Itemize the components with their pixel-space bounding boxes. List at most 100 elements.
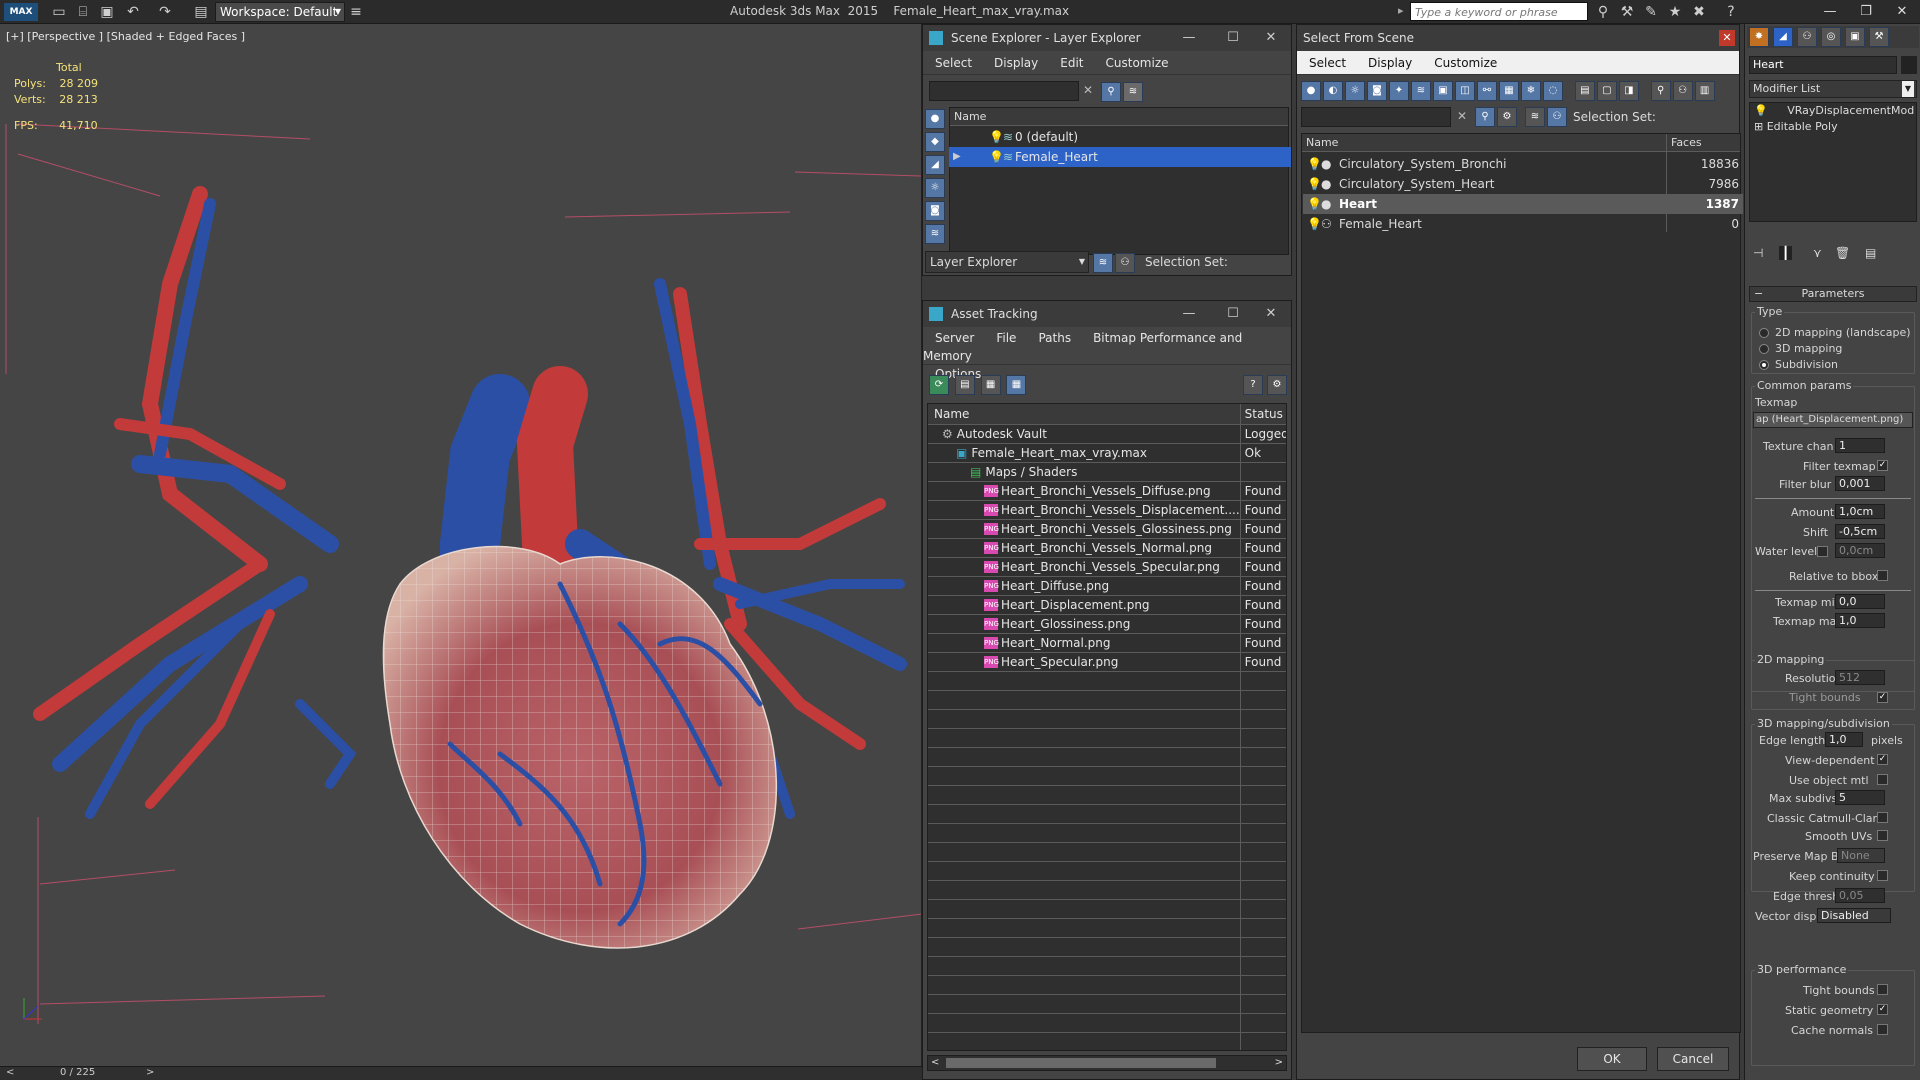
expand-icon[interactable]: ⊞	[1754, 120, 1763, 133]
use-object-mtl-checkbox[interactable]	[1877, 774, 1888, 785]
shift-spinner[interactable]: -0,5cm	[1835, 524, 1885, 539]
preserve-map-dropdown[interactable]: None	[1837, 848, 1885, 863]
help-icon[interactable]: ?	[1722, 3, 1740, 21]
lightbulb-icon[interactable]: 💡	[989, 147, 1004, 167]
texmap-max-spinner[interactable]: 1,0	[1835, 613, 1885, 628]
asset-row[interactable]: PNG Heart_Bronchi_Vessels_Displacement...…	[928, 500, 1286, 520]
column-header-name[interactable]: Name	[950, 108, 1288, 126]
select-from-scene-titlebar[interactable]: Select From Scene ✕	[1297, 25, 1739, 51]
object-row-heart[interactable]: 💡 ● Heart 1387	[1303, 194, 1743, 214]
search-input[interactable]: Type a keyword or phrase	[1410, 2, 1588, 21]
communication-icon[interactable]: ✎	[1642, 3, 1660, 21]
asset-row[interactable]: PNG Heart_Bronchi_Vessels_Glossiness.png F…	[928, 519, 1286, 539]
select-from-scene-search-input[interactable]	[1301, 107, 1451, 127]
hierarchy-tab-icon[interactable]: ⚇	[1797, 27, 1817, 47]
exchange-icon[interactable]: ✖	[1690, 3, 1708, 21]
project-icon[interactable]: ▤	[192, 3, 210, 21]
asset-row[interactable]: PNG Heart_Bronchi_Vessels_Diffuse.png Foun…	[928, 481, 1286, 501]
time-next-icon[interactable]: >	[146, 1067, 154, 1078]
asset-row[interactable]: PNG Heart_Bronchi_Vessels_Normal.png Found	[928, 538, 1286, 558]
display-hidden-icon[interactable]: ◌	[1543, 81, 1563, 101]
smooth-uvs-checkbox[interactable]	[1877, 830, 1888, 841]
scroll-right-icon[interactable]: >	[1275, 1057, 1283, 1068]
column-header-name[interactable]: Name	[928, 404, 1241, 425]
layer-explorer-icon[interactable]: ≋	[1093, 253, 1113, 273]
table-view-icon[interactable]: ▦	[1006, 375, 1027, 395]
layer-row-female-heart[interactable]: ▶ 💡 ≋ Female_Heart	[949, 147, 1291, 167]
subscription-icon[interactable]: ⚒	[1618, 3, 1636, 21]
layer-options-icon[interactable]: ≋	[1123, 82, 1143, 102]
maximize-icon[interactable]: ☐	[1213, 301, 1253, 327]
asset-row[interactable]: PNG Heart_Diffuse.png Found	[928, 576, 1286, 596]
display-lights-icon[interactable]: ☼	[1345, 81, 1365, 101]
modifier-list-dropdown[interactable]: Modifier List ▼	[1749, 80, 1917, 98]
display-none-icon[interactable]: ▢	[1596, 81, 1617, 101]
viewport-label[interactable]: [+] [Perspective ] [Shaded + Edged Faces…	[6, 30, 245, 43]
close-icon[interactable]: ✕	[1251, 25, 1291, 51]
binoculars-icon[interactable]: ⚲	[1594, 3, 1612, 21]
expand-arrow-icon[interactable]: ▶	[953, 147, 961, 167]
columns-icon[interactable]: ▥	[1694, 81, 1715, 101]
column-header-faces[interactable]: Faces	[1666, 134, 1740, 152]
asset-row[interactable]: PNG Heart_Bronchi_Vessels_Specular.png Fou…	[928, 557, 1286, 577]
explorer-type-dropdown[interactable]: Layer Explorer ▼	[925, 251, 1089, 273]
display-bones-icon[interactable]: ⚯	[1477, 81, 1497, 101]
make-unique-icon[interactable]: ⋎	[1813, 246, 1822, 260]
menu-customize[interactable]: Customize	[1434, 56, 1497, 70]
display-cameras-icon[interactable]: ◙	[925, 201, 945, 221]
selection-set-icon[interactable]: ⚇	[1547, 107, 1567, 127]
modifier-stack-item[interactable]: 💡 VRayDisplacementMod	[1750, 103, 1916, 119]
texmap-button[interactable]: ap (Heart_Displacement.png)	[1753, 412, 1913, 428]
lightbulb-icon[interactable]: 💡	[1307, 174, 1322, 194]
display-helpers-icon[interactable]: ≋	[925, 224, 945, 244]
filter-blur-spinner[interactable]: 0,001	[1835, 476, 1885, 491]
redo-icon[interactable]: ↷	[156, 3, 174, 21]
display-containers-icon[interactable]: ▦	[1499, 81, 1519, 101]
water-level-spinner[interactable]: 0,0cm	[1835, 543, 1885, 558]
display-shapes-icon[interactable]: ◢	[925, 155, 945, 175]
scroll-left-icon[interactable]: <	[931, 1057, 939, 1068]
scene-explorer-titlebar[interactable]: Scene Explorer - Layer Explorer — ☐ ✕	[923, 25, 1291, 51]
object-name-field[interactable]: Heart	[1749, 56, 1897, 74]
menu-select[interactable]: Select	[935, 56, 972, 70]
time-slider[interactable]: < 0 / 225 >	[0, 1066, 922, 1080]
object-color-swatch[interactable]	[1901, 56, 1917, 74]
radio-2d-mapping[interactable]	[1759, 328, 1769, 338]
vector-displ-dropdown[interactable]: Disabled	[1817, 908, 1891, 923]
display-objects-icon[interactable]: ●	[925, 109, 945, 129]
refresh-icon[interactable]: ⟳	[929, 375, 949, 395]
resolution-spinner[interactable]: 512	[1835, 670, 1885, 685]
workspace-dropdown[interactable]: Workspace: Default ▼	[215, 2, 345, 22]
list-view-icon[interactable]: ▤	[954, 375, 975, 395]
object-row-bronchi[interactable]: 💡 ● Circulatory_System_Bronchi 18836	[1303, 154, 1743, 174]
modify-tab-icon[interactable]: ◢	[1773, 27, 1793, 47]
display-tab-icon[interactable]: ▣	[1845, 27, 1865, 47]
motion-tab-icon[interactable]: ◎	[1821, 27, 1841, 47]
lightbulb-icon[interactable]: 💡	[1307, 154, 1322, 174]
column-header-status[interactable]: Status	[1240, 404, 1286, 425]
save-icon[interactable]: ▣	[98, 3, 116, 21]
amount-spinner[interactable]: 1,0cm	[1835, 504, 1885, 519]
display-xrefs-icon[interactable]: ◫	[1455, 81, 1475, 101]
new-file-icon[interactable]: ▭	[50, 3, 68, 21]
display-lights-icon[interactable]: ☼	[925, 178, 945, 198]
menu-customize[interactable]: Customize	[1106, 56, 1169, 70]
close-icon[interactable]: ✕	[1251, 301, 1291, 327]
thumbnail-view-icon[interactable]: ▦	[980, 375, 1001, 395]
filter-texmap-checkbox[interactable]: ✓	[1877, 460, 1888, 471]
asset-row[interactable]: PNG Heart_Displacement.png Found	[928, 595, 1286, 615]
display-geometry-icon[interactable]: ◆	[925, 132, 945, 152]
asset-tracking-titlebar[interactable]: Asset Tracking — ☐ ✕	[923, 301, 1291, 327]
scene-explorer-search-input[interactable]	[929, 81, 1079, 101]
hierarchy-icon[interactable]: ⚇	[1115, 253, 1135, 273]
hierarchy-icon[interactable]: ⚇	[1672, 81, 1693, 101]
menu-display[interactable]: Display	[1368, 56, 1412, 70]
water-level-checkbox[interactable]	[1817, 546, 1828, 557]
ok-button[interactable]: OK	[1577, 1047, 1647, 1071]
utilities-tab-icon[interactable]: ⚒	[1869, 27, 1889, 47]
filter-icon[interactable]: ⚲	[1650, 81, 1671, 101]
app-logo-icon[interactable]: MAX	[4, 3, 38, 21]
display-cameras-icon[interactable]: ◙	[1367, 81, 1387, 101]
options-icon[interactable]: ⚙	[1497, 107, 1517, 127]
parameters-rollout-header[interactable]: − Parameters	[1749, 286, 1917, 302]
